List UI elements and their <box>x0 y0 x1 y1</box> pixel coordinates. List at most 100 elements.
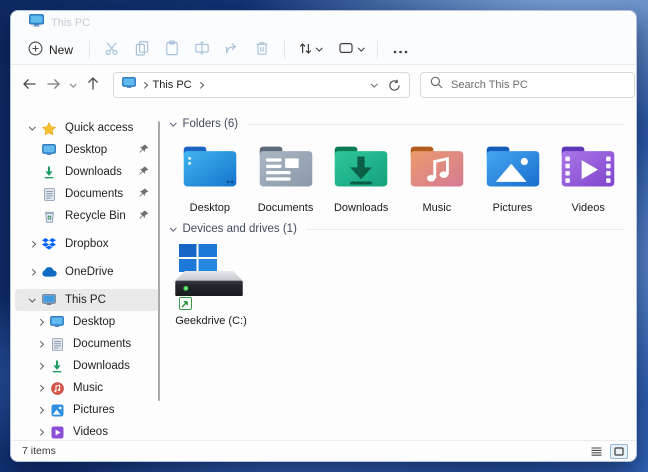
folder-tile-documents[interactable]: Documents <box>248 143 324 214</box>
navigation-pane: Quick access Desktop Downloads <box>11 105 161 440</box>
devices-section-header[interactable]: Devices and drives (1) <box>167 220 626 238</box>
chevron-down-icon[interactable] <box>25 126 39 131</box>
folder-tile-downloads[interactable]: Downloads <box>323 143 399 214</box>
collapse-chevron-icon[interactable] <box>170 224 176 230</box>
this-pc-icon <box>122 76 136 94</box>
view-button[interactable] <box>332 37 370 63</box>
chevron-right-icon[interactable] <box>33 364 47 369</box>
search-input[interactable] <box>451 79 625 91</box>
toolbar-divider <box>89 41 90 59</box>
folder-tile-music[interactable]: Music <box>399 143 475 214</box>
breadcrumb-location[interactable]: This PC <box>153 79 192 91</box>
music-icon <box>49 382 65 395</box>
chevron-right-icon[interactable] <box>33 430 47 435</box>
sidebar-item-documents[interactable]: Documents <box>15 183 159 205</box>
sidebar-item-this-pc-desktop[interactable]: Desktop <box>15 311 159 333</box>
tile-label: Geekdrive (C:) <box>172 315 250 327</box>
drive-tile-geekdrive[interactable]: Geekdrive (C:) <box>172 242 256 327</box>
sort-icon <box>298 41 313 59</box>
share-button[interactable] <box>217 37 247 63</box>
refresh-icon[interactable] <box>388 79 401 92</box>
folder-tile-desktop[interactable]: Desktop <box>172 143 248 214</box>
folder-tile-pictures[interactable]: Pictures <box>475 143 551 214</box>
sidebar-item-dropbox[interactable]: Dropbox <box>15 233 159 255</box>
this-pc-icon <box>29 14 44 32</box>
large-icons-view-button[interactable] <box>610 444 628 459</box>
up-icon <box>86 76 100 94</box>
sidebar-item-label: Desktop <box>73 316 115 328</box>
pin-icon <box>139 188 149 201</box>
section-divider <box>306 229 624 230</box>
sidebar-item-recycle-bin[interactable]: Recycle Bin <box>15 205 159 227</box>
rename-button[interactable] <box>187 37 217 63</box>
documents-icon <box>41 188 57 201</box>
forward-icon <box>46 77 61 94</box>
section-title: Folders (6) <box>183 118 239 130</box>
more-button[interactable] <box>385 37 415 63</box>
back-button[interactable] <box>17 72 41 98</box>
folder-pictures-icon <box>484 143 542 195</box>
delete-button[interactable] <box>247 37 277 63</box>
up-button[interactable] <box>81 72 105 98</box>
folder-videos-icon <box>559 143 617 195</box>
chevron-down-icon <box>316 45 322 51</box>
content-pane: Folders (6) Desktop <box>161 105 636 440</box>
chevron-down-icon <box>70 80 76 86</box>
chevron-right-icon[interactable] <box>33 386 47 391</box>
chevron-right-icon[interactable] <box>33 408 47 413</box>
items-count: 7 items <box>22 445 56 457</box>
sidebar-scrollbar[interactable] <box>158 121 160 401</box>
copy-button[interactable] <box>127 37 157 63</box>
chevron-right-icon[interactable] <box>25 270 39 275</box>
sidebar-item-this-pc-videos[interactable]: Videos <box>15 421 159 440</box>
details-view-button[interactable] <box>587 444 605 459</box>
toolbar-divider <box>377 41 378 59</box>
sidebar-item-desktop[interactable]: Desktop <box>15 139 159 161</box>
sidebar-item-this-pc-documents[interactable]: Documents <box>15 333 159 355</box>
title-bar[interactable]: This PC <box>11 11 636 35</box>
chevron-right-icon[interactable] <box>33 342 47 347</box>
new-button[interactable]: New <box>19 37 82 63</box>
address-row: This PC <box>11 65 636 105</box>
address-dropdown-icon[interactable] <box>371 80 377 86</box>
search-icon <box>430 76 443 94</box>
collapse-chevron-icon[interactable] <box>170 119 176 125</box>
rename-icon <box>194 40 210 59</box>
sidebar-item-label: Downloads <box>73 360 130 372</box>
sidebar-item-quick-access[interactable]: Quick access <box>15 117 159 139</box>
chevron-down-icon[interactable] <box>25 298 39 303</box>
sidebar-item-onedrive[interactable]: OneDrive <box>15 261 159 283</box>
address-bar[interactable]: This PC <box>113 72 410 98</box>
paste-icon <box>164 40 180 59</box>
videos-icon <box>49 426 65 439</box>
breadcrumb-chevron-icon[interactable] <box>197 82 203 88</box>
sidebar-item-this-pc-downloads[interactable]: Downloads <box>15 355 159 377</box>
tile-label: Desktop <box>190 202 230 214</box>
sidebar-item-label: Dropbox <box>65 238 108 250</box>
documents-icon <box>49 338 65 351</box>
search-box[interactable] <box>420 72 635 98</box>
sidebar-item-this-pc-pictures[interactable]: Pictures <box>15 399 159 421</box>
recent-locations-button[interactable] <box>65 72 81 98</box>
downloads-icon <box>49 360 65 373</box>
cut-button[interactable] <box>97 37 127 63</box>
sidebar-item-label: Desktop <box>65 144 107 156</box>
sidebar-item-downloads[interactable]: Downloads <box>15 161 159 183</box>
sort-button[interactable] <box>292 37 328 63</box>
folder-tile-videos[interactable]: Videos <box>550 143 626 214</box>
forward-button[interactable] <box>41 72 65 98</box>
sidebar-item-this-pc[interactable]: This PC <box>15 289 159 311</box>
paste-button[interactable] <box>157 37 187 63</box>
tile-label: Pictures <box>493 202 533 214</box>
new-icon <box>28 41 43 59</box>
section-title: Devices and drives (1) <box>183 223 297 235</box>
status-bar: 7 items <box>11 440 636 461</box>
chevron-right-icon[interactable] <box>25 242 39 247</box>
folders-section-header[interactable]: Folders (6) <box>167 115 626 133</box>
chevron-right-icon[interactable] <box>33 320 47 325</box>
sidebar-item-label: Downloads <box>65 166 122 178</box>
share-icon <box>224 40 240 59</box>
pictures-icon <box>49 404 65 417</box>
folders-grid: Desktop <box>167 143 626 214</box>
sidebar-item-this-pc-music[interactable]: Music <box>15 377 159 399</box>
